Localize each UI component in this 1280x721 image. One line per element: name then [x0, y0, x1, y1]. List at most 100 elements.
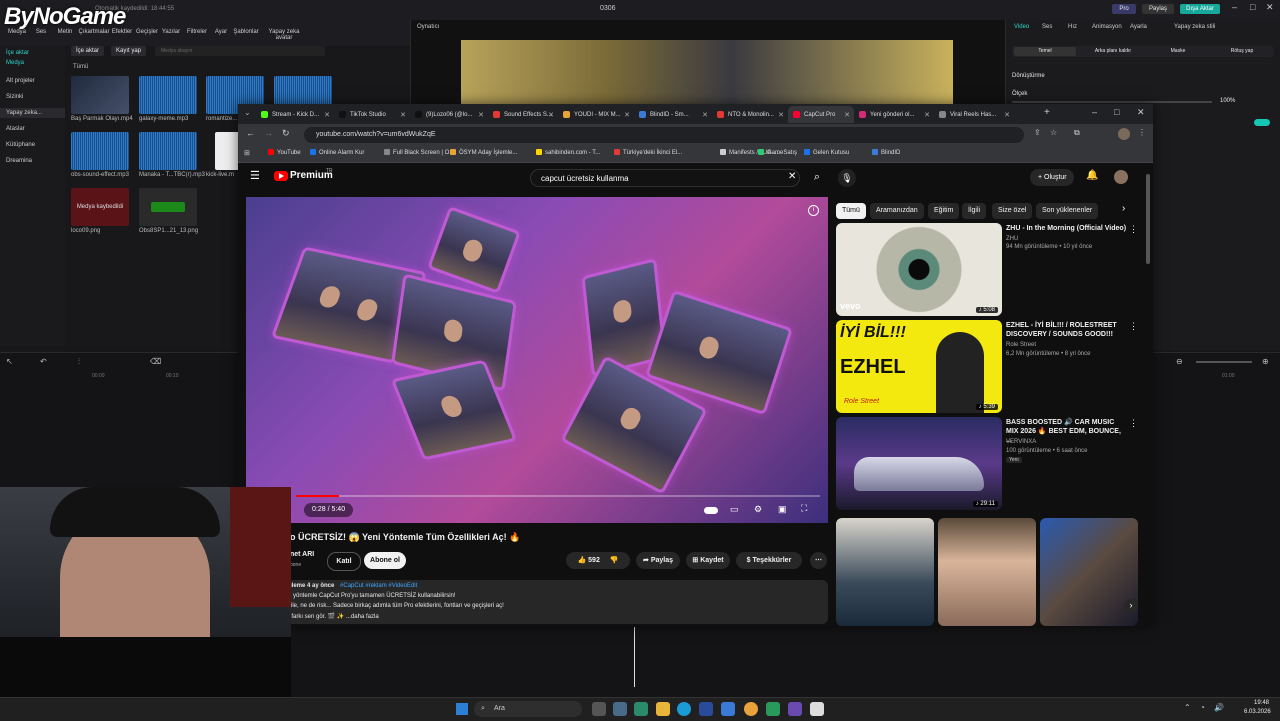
more-options-icon[interactable]: ⋮ — [1129, 224, 1138, 235]
tab-close-icon[interactable]: ✕ — [778, 111, 784, 119]
create-button[interactable]: + Oluştur — [1030, 169, 1074, 186]
like-count[interactable]: 592 — [588, 557, 600, 564]
url-input[interactable]: youtube.com/watch?v=um6vdWukZqE — [304, 127, 1024, 143]
player-preview[interactable] — [461, 40, 953, 110]
subscribe-button[interactable]: Abone ol — [364, 552, 406, 569]
zoom-out-icon[interactable]: ⊖ — [1176, 357, 1183, 366]
new-tab-icon[interactable]: + — [1044, 107, 1050, 118]
join-button[interactable]: Katıl — [327, 552, 361, 571]
browser-tab[interactable]: NTO & Monolin... ✕ — [712, 106, 788, 123]
chips-next-icon[interactable]: › — [1122, 203, 1125, 214]
file-explorer-icon[interactable] — [656, 702, 670, 716]
sidebar-item-yours[interactable]: Sizinki — [0, 92, 65, 102]
apps-icon[interactable]: ⊞ — [244, 149, 250, 157]
sidebar-item-dreamina[interactable]: Dreamina — [0, 156, 65, 166]
tool-10[interactable]: Yapay zeka avatar — [266, 29, 302, 41]
select-tool-icon[interactable]: ↖ — [6, 357, 13, 366]
channel-name[interactable]: net ARI — [290, 551, 314, 558]
browser-tab[interactable]: BlindID - Sm... ✕ — [634, 106, 712, 123]
recommendation-channel[interactable]: VERVINXA — [1006, 438, 1036, 446]
widgets-icon[interactable] — [613, 702, 627, 716]
bookmark-item[interactable]: sahibinden.com - T... — [536, 149, 600, 156]
subtab-basic[interactable]: Temel — [1014, 47, 1076, 56]
browser-tab[interactable]: TikTok Studio ✕ — [334, 106, 410, 123]
fullscreen-icon[interactable]: ⛶ — [801, 503, 807, 514]
edge-icon[interactable] — [677, 702, 691, 716]
undo-icon[interactable]: ↶ — [40, 357, 47, 366]
inspector-tab-1[interactable]: Ses — [1042, 24, 1052, 30]
minimize-icon[interactable]: – — [1092, 107, 1097, 117]
save-button[interactable]: ⊞ Kaydet — [686, 552, 730, 569]
back-icon[interactable]: ← — [246, 128, 255, 138]
media-thumb[interactable] — [139, 76, 197, 114]
sidebar-item-subprojects[interactable]: Alt projeler — [0, 76, 65, 86]
minimize-icon[interactable]: – — [1232, 2, 1237, 12]
tab-close-icon[interactable]: ✕ — [324, 111, 330, 119]
reload-icon[interactable]: ↻ — [282, 128, 290, 139]
bookmark-item[interactable]: Full Black Screen | O... — [384, 149, 454, 156]
task-view-icon[interactable] — [592, 702, 606, 716]
share-button[interactable]: ➦ Paylaş — [636, 552, 680, 569]
clock-date[interactable]: 6.03.2026 — [1244, 709, 1271, 715]
tool-9[interactable]: Şablonlar — [228, 29, 264, 35]
more-options-icon[interactable]: ⋮ — [1129, 418, 1138, 429]
tab-close-icon[interactable]: ✕ — [624, 111, 630, 119]
volume-icon[interactable]: 🔊 — [1214, 703, 1224, 712]
info-icon[interactable]: i — [808, 205, 819, 216]
recommendation-thumbnail[interactable]: İYİ BİL!!! EZHEL Role Street ♪ 5:39 — [836, 320, 1002, 413]
forward-icon[interactable]: → — [264, 128, 273, 138]
windows-start-icon[interactable] — [456, 703, 468, 715]
tab-close-icon[interactable]: ✕ — [1004, 111, 1010, 119]
bookmark-item[interactable]: BlindID — [872, 149, 900, 156]
account-avatar[interactable] — [1114, 170, 1128, 184]
video-player[interactable]: i 0:28 / 5:40 ▭ ⚙ ▣ ⛶ — [246, 197, 828, 523]
capcut-icon[interactable] — [810, 702, 824, 716]
recommendation-title[interactable]: EZHEL - İYİ BİL!!! / ROLESTREET DISCOVER… — [1006, 321, 1128, 339]
description-tags[interactable]: #CapCut #reklam #VideoEdit — [340, 583, 417, 589]
description-box[interactable]: üleme 4 ay önce #CapCut #reklam #VideoEd… — [282, 580, 828, 624]
browser-tab[interactable]: Sound Effects S... ✕ — [488, 106, 558, 123]
tab-close-icon[interactable]: ✕ — [844, 111, 850, 119]
clear-search-icon[interactable]: ✕ — [788, 171, 796, 182]
pro-badge[interactable]: Pro — [1112, 4, 1136, 14]
settings-gear-icon[interactable]: ⚙ — [754, 504, 762, 515]
media-thumb[interactable] — [71, 76, 129, 114]
app-icon[interactable] — [766, 702, 780, 716]
close-icon[interactable]: ✕ — [1266, 2, 1274, 13]
thanks-button[interactable]: $ Teşekkürler — [736, 552, 802, 569]
microphone-icon[interactable]: 🎙 — [838, 169, 856, 187]
recommendation-channel[interactable]: Role Street — [1006, 341, 1036, 349]
network-icon[interactable]: ◔ — [1200, 703, 1205, 712]
scale-slider[interactable] — [1012, 101, 1212, 103]
lost-media-thumb[interactable]: Medya kaybedildi — [71, 188, 129, 226]
discord-icon[interactable] — [788, 702, 802, 716]
media-thumb[interactable] — [139, 132, 197, 170]
sidebar-item-library[interactable]: Kütüphane — [0, 140, 65, 150]
clock-time[interactable]: 19:48 — [1254, 700, 1269, 706]
more-options-icon[interactable]: ⋮ — [1129, 321, 1138, 332]
subtab-mask[interactable]: Maske — [1148, 47, 1208, 56]
tab-close-icon[interactable]: ✕ — [478, 111, 484, 119]
browser-tab[interactable]: Yeni gönderi ol... ✕ — [854, 106, 934, 123]
split-icon[interactable]: ⫶ — [78, 357, 80, 367]
sidebar-item-import[interactable]: İçe aktar — [0, 48, 65, 58]
import-button[interactable]: İçe aktar — [71, 46, 105, 56]
bookmark-item[interactable]: Online Alarm Kur — [310, 149, 364, 156]
autoplay-toggle[interactable] — [704, 507, 718, 514]
browser-tab[interactable]: Viral Reels Has... ✕ — [934, 106, 1014, 123]
recommendation-channel[interactable]: ZHU — [1006, 235, 1018, 243]
export-button[interactable]: Dışa Aktar — [1180, 4, 1220, 14]
bookmark-item[interactable]: Türkiye'deki İkinci El... — [614, 149, 682, 156]
taskbar-search-input[interactable]: ⌕ Ara — [474, 701, 582, 717]
browser-tab[interactable]: YOUDI - MIX M... ✕ — [558, 106, 634, 123]
tab-close-icon[interactable]: ✕ — [400, 111, 406, 119]
share-button[interactable]: Paylaş — [1142, 4, 1174, 14]
recommendation-title[interactable]: ZHU - In the Morning (Official Video) — [1006, 224, 1134, 233]
short-thumbnail[interactable] — [938, 518, 1036, 626]
filter-chip[interactable]: Son yüklenenler — [1036, 203, 1099, 219]
shorts-next-icon[interactable]: › — [1124, 599, 1138, 613]
bookmark-item[interactable]: Gelen Kutusu — [804, 149, 849, 156]
inspector-tab-5[interactable]: Yapay zeka stili — [1174, 24, 1215, 30]
hamburger-menu-icon[interactable]: ☰ — [250, 169, 260, 182]
more-actions-icon[interactable]: ⋯ — [810, 552, 827, 569]
